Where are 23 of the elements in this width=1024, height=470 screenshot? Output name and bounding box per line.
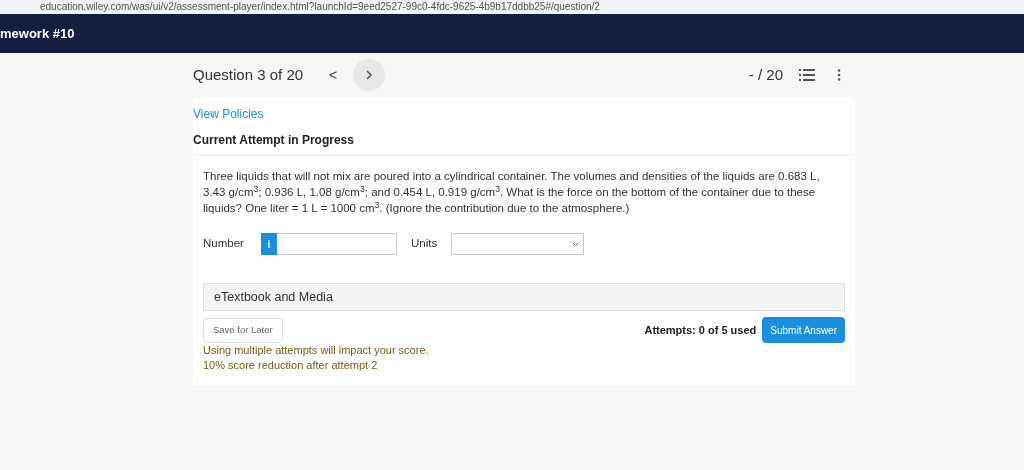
question-text: Three liquids that will not mix are poured into a cylindrical container. The volumes and densities of the liquids are 0.683 L, 3.43 g/cm$^{3}$; 0.936 L, 1.08 g/cm$^{3}$; and 0.454 L, 0.919 g/cm$^{3}$. What is the force on the bottom of the container due to these liquids? One liter = 1 L = 1000 cm$^{3}$. (Ignore the contribution due to the atmosphere.) bbox=[203, 169, 821, 216]
attempt-heading: Current Attempt in Progress bbox=[193, 132, 355, 149]
score-note: Using multiple attempts will impact your score. bbox=[203, 343, 430, 358]
list-icon[interactable] bbox=[799, 69, 815, 81]
info-badge[interactable]: i bbox=[261, 233, 277, 255]
score-note: 10% score reduction after attempt 2 bbox=[203, 358, 379, 373]
next-button[interactable] bbox=[353, 59, 386, 91]
chevron-right-icon bbox=[365, 70, 374, 80]
question-counter: Question 3 of 20 bbox=[193, 64, 304, 85]
etextbook-media-panel[interactable]: eTextbook and Media bbox=[203, 283, 845, 311]
units-label: Units bbox=[411, 236, 439, 252]
chevron-down-icon bbox=[572, 241, 579, 247]
number-input-field[interactable] bbox=[277, 233, 397, 255]
assignment-title: mework #10 bbox=[0, 24, 75, 43]
view-policies-link[interactable]: View Policies bbox=[193, 107, 264, 121]
number-label: Number bbox=[203, 236, 245, 252]
more-options-icon[interactable] bbox=[837, 69, 841, 81]
score: - / 20 bbox=[748, 64, 783, 85]
attempts-counter: Attempts: 0 of 5 used bbox=[644, 322, 757, 338]
submit-answer-button[interactable]: Submit Answer bbox=[762, 317, 845, 343]
previous-button[interactable]: < bbox=[325, 64, 342, 86]
units-dropdown[interactable] bbox=[451, 233, 584, 255]
save-for-later-button[interactable]: Save for Later bbox=[203, 317, 283, 343]
